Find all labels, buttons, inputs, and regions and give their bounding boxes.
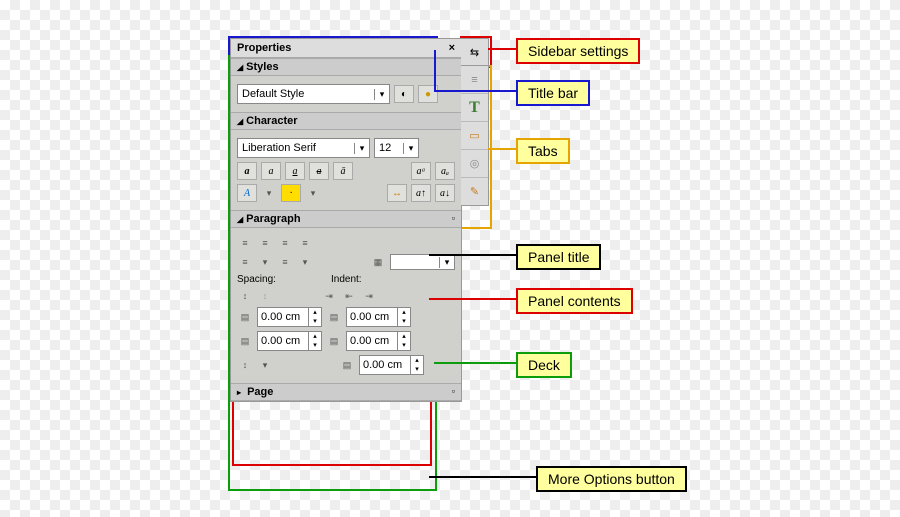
align-left-btn[interactable]: ≡	[237, 236, 253, 250]
down-icon[interactable]: ▾	[309, 317, 321, 326]
line	[429, 298, 516, 300]
caret-icon: ◢	[237, 215, 243, 224]
line	[434, 50, 436, 92]
line	[434, 90, 516, 92]
down-icon[interactable]: ▾	[411, 365, 423, 374]
tab-manage-changes[interactable]: ✎	[461, 178, 488, 205]
dec-indent-btn[interactable]: ⇤	[341, 289, 357, 303]
line	[429, 476, 536, 478]
before-indent-spin[interactable]: 0.00 cm ▴▾	[346, 307, 411, 327]
below-spacing-icon: ▤	[237, 334, 253, 348]
after-indent-spin[interactable]: 0.00 cm ▴▾	[346, 331, 411, 351]
above-spacing-icon: ▤	[237, 310, 253, 324]
below-spacing-spin[interactable]: 0.00 cm ▴▾	[257, 331, 322, 351]
chevron-down-icon: ▾	[403, 143, 418, 154]
first-line-spin[interactable]: 0.00 cm ▴▾	[359, 355, 424, 375]
chevron-down-icon[interactable]: ▾	[261, 186, 277, 200]
chevron-down-icon: ▾	[439, 257, 454, 268]
inc-indent-btn[interactable]: ⇥	[321, 289, 337, 303]
down-icon[interactable]: ▾	[309, 341, 321, 350]
bgcolor-combo[interactable]: ▾	[390, 254, 455, 270]
shrink-font-btn[interactable]: a↓	[435, 184, 455, 202]
indent-label: Indent:	[331, 274, 362, 285]
font-name-combo[interactable]: Liberation Serif ▾	[237, 138, 370, 158]
chevron-down-icon[interactable]: ▾	[305, 186, 321, 200]
chevron-down-icon: ▾	[374, 89, 389, 100]
line	[488, 48, 516, 50]
after-indent-icon: ▤	[326, 334, 342, 348]
character-head[interactable]: ◢Character	[231, 112, 461, 130]
line-spacing-btn[interactable]: ↕	[237, 358, 253, 372]
more-options-icon[interactable]: ▫	[452, 213, 455, 225]
font-color-btn[interactable]: A	[237, 184, 257, 202]
properties-sidebar: Properties × ◢Styles Default Style ▾ ◐ ●…	[230, 38, 462, 402]
sidebar-tabs: ⇆ ≡ T ▭ ◎ ✎	[461, 38, 489, 206]
chevron-down-icon[interactable]: ▾	[257, 358, 273, 372]
caret-right-icon: ▸	[237, 388, 241, 397]
above-spacing-spin[interactable]: 0.00 cm ▴▾	[257, 307, 322, 327]
tab-navigator[interactable]: ◎	[461, 150, 488, 178]
numbering-btn[interactable]: ≡	[277, 255, 293, 269]
dec-spacing-btn[interactable]: ↕	[257, 289, 273, 303]
spacing-btn[interactable]: ↔	[387, 184, 407, 202]
callout-settings: Sidebar settings	[516, 38, 640, 64]
font-size-combo[interactable]: 12 ▾	[374, 138, 419, 158]
italic-btn[interactable]: a	[261, 162, 281, 180]
sidebar-settings-btn[interactable]: ⇆	[461, 39, 488, 66]
tab-gallery[interactable]: ▭	[461, 122, 488, 150]
bullets-btn[interactable]: ≡	[237, 255, 253, 269]
callout-deck: Deck	[516, 352, 572, 378]
line	[488, 148, 516, 150]
hanging-indent-btn[interactable]: ⇥	[361, 289, 377, 303]
titlebar: Properties ×	[231, 39, 461, 58]
overline-btn[interactable]: ā	[333, 162, 353, 180]
chevron-down-icon[interactable]: ▾	[257, 255, 273, 269]
chevron-down-icon[interactable]: ▾	[297, 255, 313, 269]
down-icon[interactable]: ▾	[398, 317, 410, 326]
chevron-down-icon: ▾	[354, 143, 369, 154]
line	[434, 362, 516, 364]
tab-styles[interactable]: T	[461, 94, 488, 122]
close-icon[interactable]: ×	[449, 42, 455, 54]
strike-btn[interactable]: a	[309, 162, 329, 180]
superscript-btn[interactable]: aᵃ	[411, 162, 431, 180]
up-icon[interactable]: ▴	[309, 332, 321, 341]
callout-panel-title: Panel title	[516, 244, 601, 270]
inc-spacing-btn[interactable]: ↕	[237, 289, 253, 303]
spacing-label: Spacing:	[237, 274, 327, 285]
paragraph-style-combo[interactable]: Default Style ▾	[237, 84, 390, 104]
first-line-icon: ▤	[339, 358, 355, 372]
subscript-btn[interactable]: aₐ	[435, 162, 455, 180]
bold-btn[interactable]: a	[237, 162, 257, 180]
styles-head[interactable]: ◢Styles	[231, 58, 461, 76]
align-right-btn[interactable]: ≡	[277, 236, 293, 250]
up-icon[interactable]: ▴	[398, 308, 410, 317]
grow-font-btn[interactable]: a↑	[411, 184, 431, 202]
caret-icon: ◢	[237, 63, 243, 72]
callout-tabs: Tabs	[516, 138, 570, 164]
up-icon[interactable]: ▴	[309, 308, 321, 317]
paragraph-head[interactable]: ◢Paragraph ▫	[231, 210, 461, 228]
caret-icon: ◢	[237, 117, 243, 126]
align-justify-btn[interactable]: ≡	[297, 236, 313, 250]
page-head[interactable]: ▸ Page ▫	[231, 383, 461, 401]
callout-panel-contents: Panel contents	[516, 288, 633, 314]
align-center-btn[interactable]: ≡	[257, 236, 273, 250]
up-icon[interactable]: ▴	[398, 332, 410, 341]
line	[429, 254, 516, 256]
highlight-btn[interactable]: ·	[281, 184, 301, 202]
down-icon[interactable]: ▾	[398, 341, 410, 350]
up-icon[interactable]: ▴	[411, 356, 423, 365]
update-style-btn[interactable]: ◐	[394, 85, 414, 103]
bgcolor-btn[interactable]: ▦	[370, 255, 386, 269]
callout-more: More Options button	[536, 466, 687, 492]
titlebar-text: Properties	[237, 42, 291, 54]
callout-titlebar: Title bar	[516, 80, 590, 106]
more-options-icon[interactable]: ▫	[452, 386, 455, 398]
underline-btn[interactable]: a	[285, 162, 305, 180]
before-indent-icon: ▤	[326, 310, 342, 324]
